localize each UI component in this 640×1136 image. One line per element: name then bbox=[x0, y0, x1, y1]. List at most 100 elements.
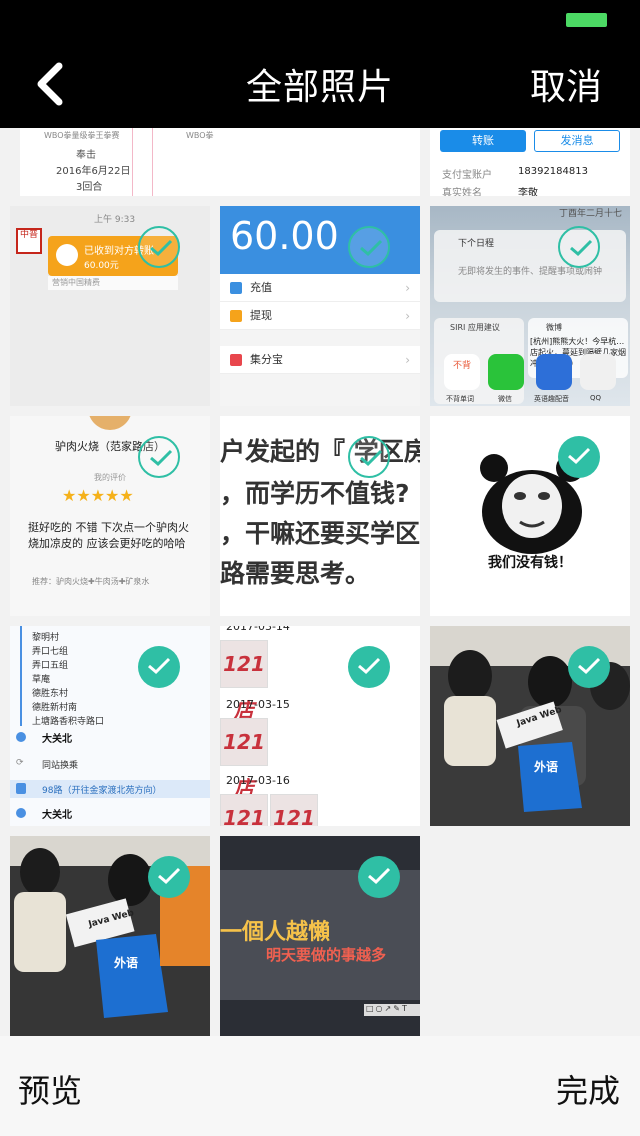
date-text: 2017-03-16 bbox=[226, 774, 290, 787]
photo-grid[interactable]: WBO拳量级拳王拳赛 WBO拳 奉击 2016年6月22日 3回合 转账 发消息… bbox=[0, 128, 640, 1036]
location-pin-icon bbox=[16, 732, 26, 742]
selection-checkbox[interactable] bbox=[138, 226, 180, 268]
transfer-text: 同站换乘 bbox=[42, 761, 79, 771]
checkmark-icon bbox=[150, 449, 173, 467]
route-line bbox=[20, 626, 22, 726]
article-line: ，干嘛还要买学区 bbox=[220, 519, 420, 548]
article-line: ，而学历不值钱? bbox=[220, 479, 410, 508]
date-text: 2016年6月22日 bbox=[56, 166, 131, 177]
checkmark-icon bbox=[150, 239, 173, 257]
stop-name: 大关北 bbox=[42, 810, 72, 821]
selection-checkbox[interactable] bbox=[348, 646, 390, 688]
time-text: 上午 9:33 bbox=[94, 215, 136, 225]
checkmark-icon bbox=[578, 657, 601, 675]
photo-tile[interactable]: 驴肉火烧（范家路店） 我的评价 ★★★★★ 挺好吃的 不错 下次点一个驴肉火烧加… bbox=[10, 416, 210, 616]
selection-checkbox[interactable] bbox=[348, 436, 390, 478]
date-text: 丁酉年二月十七 bbox=[558, 209, 622, 219]
rating-stars: ★★★★★ bbox=[62, 486, 134, 505]
bag-text: 外语 bbox=[534, 760, 559, 774]
photo-tile[interactable] bbox=[220, 128, 420, 196]
thumbnail: 121店 bbox=[220, 718, 268, 800]
list-item: 提现 › bbox=[220, 302, 420, 330]
photo-tile[interactable]: 丁酉年二月十七 下个日程 无即将发生的事件、提醒事项或闹钟 SIRI 应用建议 … bbox=[430, 206, 630, 406]
name-label: 真实姓名 bbox=[442, 188, 482, 196]
date-text: 2017-03-14 bbox=[226, 626, 290, 633]
recommend-text: 推荐：驴肉火烧✚牛肉汤✚矿泉水 bbox=[32, 577, 150, 586]
checkmark-icon bbox=[570, 239, 593, 257]
alipay-content: 转账 发消息 支付宝账户 18392184813 真实姓名 李敬 bbox=[430, 128, 630, 196]
photo-tile[interactable]: WBO拳量级拳王拳赛 WBO拳 奉击 2016年6月22日 3回合 bbox=[20, 128, 220, 196]
app-icon bbox=[536, 354, 572, 390]
selection-checkbox[interactable] bbox=[138, 436, 180, 478]
thumbnail: 121店 bbox=[220, 794, 268, 826]
caption-line: 一個人越懶 bbox=[220, 920, 331, 945]
navigation-bar: 全部照片 取消 bbox=[0, 0, 640, 128]
qq-icon bbox=[580, 354, 616, 390]
review-text: 挺好吃的 不错 下次点一个驴肉火烧加凉皮的 应该会更好吃的哈哈 bbox=[28, 521, 189, 550]
photo-tile[interactable]: 转账 发消息 支付宝账户 18392184813 真实姓名 李敬 bbox=[430, 128, 630, 196]
selection-checkbox[interactable] bbox=[558, 436, 600, 478]
checkmark-icon bbox=[568, 447, 591, 465]
wechat-icon bbox=[488, 354, 524, 390]
app-icon: 不背 bbox=[444, 354, 480, 390]
selection-checkbox[interactable] bbox=[568, 646, 610, 688]
article-line: 户发起的『 学区房 bbox=[220, 437, 420, 466]
divider bbox=[152, 128, 153, 196]
date-text: 2017-03-15 bbox=[226, 698, 290, 711]
photo-tile[interactable]: 户发起的『 学区房 ，而学历不值钱? ，干嘛还要买学区 路需要思考。 bbox=[220, 416, 420, 616]
bubble-footer: 营销中国精费 bbox=[48, 276, 178, 290]
meme-caption: 我们没有钱！ bbox=[488, 555, 572, 571]
editor-toolbar: □○↗✎T bbox=[364, 1004, 420, 1016]
photo-tile[interactable]: 60.00 充值 › 提现 › 集分宝 › bbox=[220, 206, 420, 406]
selection-checkbox[interactable] bbox=[558, 226, 600, 268]
selection-checkbox[interactable] bbox=[148, 856, 190, 898]
coin-icon bbox=[56, 244, 78, 266]
article-line: 路需要思考。 bbox=[220, 559, 371, 588]
photo-tile[interactable]: 黎明村 弄口七组 弄口五组 草庵 德胜东村 德胜新村南 上塘路香积寺路口 大关北… bbox=[10, 626, 210, 826]
bag-text: 外语 bbox=[114, 956, 139, 970]
checkmark-icon bbox=[358, 657, 381, 675]
bottom-toolbar: 预览 完成 bbox=[0, 1036, 640, 1136]
logo-text: WBO拳量级拳王拳赛 bbox=[44, 131, 120, 140]
photo-tile[interactable]: Java Web 外语 bbox=[430, 626, 630, 826]
selection-checkbox[interactable] bbox=[358, 856, 400, 898]
cancel-button[interactable]: 取消 bbox=[530, 58, 602, 110]
checkmark-icon bbox=[360, 449, 383, 467]
account-value: 18392184813 bbox=[518, 166, 588, 177]
chevron-right-icon: › bbox=[405, 309, 410, 323]
thumbnail: 121店 bbox=[270, 794, 318, 826]
location-pin-icon bbox=[16, 808, 26, 818]
checkmark-icon bbox=[368, 867, 391, 885]
photo-tile[interactable]: Java Web 外语 bbox=[10, 836, 210, 1036]
amount-header: 60.00 bbox=[220, 206, 420, 274]
caption-line: 明天要做的事越多 bbox=[266, 946, 387, 964]
thumbnail: 121店 bbox=[220, 640, 268, 722]
label-text: 奉击 bbox=[76, 150, 96, 161]
review-label: 我的评价 bbox=[94, 473, 126, 482]
round-text: 3回合 bbox=[76, 182, 103, 193]
chevron-right-icon: › bbox=[405, 353, 410, 367]
photo-tile[interactable]: 我们没有钱！ bbox=[430, 416, 630, 616]
stop-name: 大关北 bbox=[42, 734, 72, 745]
message-button-image: 发消息 bbox=[534, 130, 620, 152]
shop-name: 驴肉火烧（范家路店） bbox=[55, 440, 165, 453]
wallet-icon bbox=[230, 282, 242, 294]
photo-tile[interactable]: 上午 9:33 中普 已收到对方转账 60.00元 营销中国精费 bbox=[10, 206, 210, 406]
chevron-right-icon: › bbox=[405, 281, 410, 295]
checkmark-icon bbox=[360, 239, 383, 257]
checkmark-icon bbox=[158, 867, 181, 885]
photo-tile[interactable]: 一個人越懶 明天要做的事越多 □○↗✎T bbox=[220, 836, 420, 1036]
done-button[interactable]: 完成 bbox=[556, 1066, 620, 1112]
transfer-button-image: 转账 bbox=[440, 130, 526, 152]
preview-button[interactable]: 预览 bbox=[18, 1066, 82, 1112]
divider bbox=[132, 128, 133, 196]
bank-logo: 中普 bbox=[16, 228, 42, 254]
bubble-amount: 60.00元 bbox=[84, 261, 119, 271]
photo-tile[interactable]: 2017-03-14 121店 2017-03-15 121店 2017-03-… bbox=[220, 626, 420, 826]
points-icon bbox=[230, 354, 242, 366]
selection-checkbox[interactable] bbox=[348, 226, 390, 268]
checkmark-icon bbox=[148, 657, 171, 675]
list-item: 充值 › bbox=[220, 274, 420, 302]
transfer-icon: ⟳ bbox=[16, 758, 24, 768]
selection-checkbox[interactable] bbox=[138, 646, 180, 688]
